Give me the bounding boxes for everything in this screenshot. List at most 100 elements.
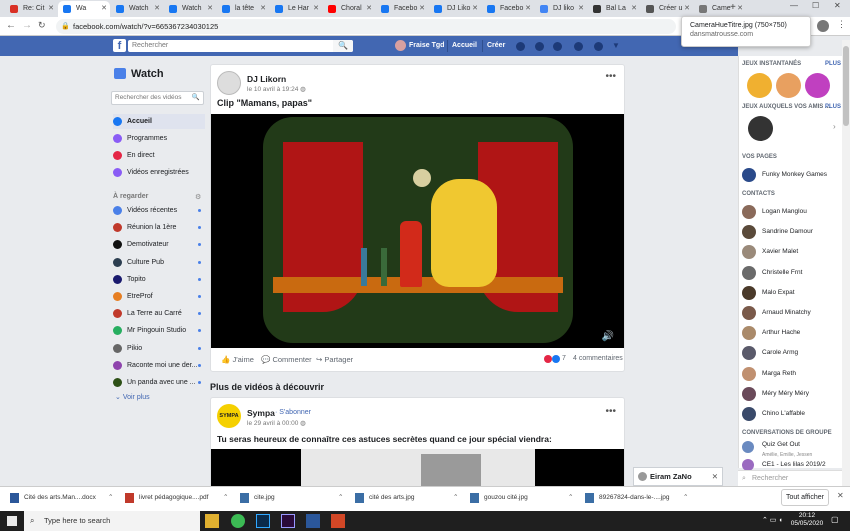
- user-avatar[interactable]: [395, 40, 406, 51]
- close-tab-icon[interactable]: ✕: [472, 1, 478, 17]
- photoshop-icon[interactable]: [256, 514, 270, 528]
- close-tab-icon[interactable]: ✕: [101, 1, 107, 17]
- browser-tab[interactable]: Came ✕: [694, 1, 746, 17]
- contact-item[interactable]: Marga Reth: [742, 365, 837, 383]
- reaction-count[interactable]: 7: [562, 355, 566, 362]
- author-avatar[interactable]: [217, 71, 241, 95]
- facebook-logo-icon[interactable]: f: [113, 39, 126, 52]
- post-author[interactable]: DJ Likorn: [247, 74, 286, 84]
- chat-tab[interactable]: Eiram ZaNo ✕: [633, 467, 723, 486]
- browser-tab[interactable]: Facebo ✕: [482, 1, 534, 17]
- post-author[interactable]: Sympa: [247, 408, 275, 418]
- download-item[interactable]: cite.jpg ⌃: [240, 492, 343, 504]
- browser-tab[interactable]: la tête ✕: [217, 1, 269, 17]
- watch-list-item[interactable]: Pikio: [113, 341, 205, 356]
- watch-list-item[interactable]: EtreProf: [113, 289, 205, 304]
- group-item[interactable]: Quiz Get Out Amélie, Emilie, Jessen: [742, 440, 837, 458]
- post-date[interactable]: le 10 avril à 19:24 ◍: [247, 85, 306, 93]
- close-tab-icon[interactable]: ✕: [154, 1, 160, 17]
- post-options-icon[interactable]: •••: [605, 71, 616, 82]
- browser-tab[interactable]: Re: Cit ✕: [5, 1, 57, 17]
- profile-avatar[interactable]: [817, 20, 829, 32]
- settings-icon[interactable]: ⚙: [195, 193, 201, 201]
- game-thumbnail[interactable]: [747, 73, 772, 98]
- url-field[interactable]: 🔒 facebook.com/watch/?v=665367234030125: [56, 19, 676, 34]
- chevron-up-icon[interactable]: ⌃: [568, 492, 573, 504]
- watch-list-item[interactable]: Demotivateur: [113, 237, 205, 252]
- help-icon[interactable]: [594, 42, 603, 51]
- friends-icon[interactable]: [516, 42, 525, 51]
- minimize-icon[interactable]: —: [790, 1, 798, 10]
- video-search-input[interactable]: Rechercher des vidéos 🔍: [111, 91, 204, 105]
- contact-item[interactable]: Xavier Malet: [742, 243, 837, 261]
- close-tab-icon[interactable]: ✕: [48, 1, 54, 17]
- see-more-friends-games-link[interactable]: PLUS: [825, 104, 841, 110]
- show-all-downloads-button[interactable]: Tout afficher: [781, 489, 829, 506]
- menu-dots-icon[interactable]: ⋮: [837, 19, 846, 30]
- post-options-icon[interactable]: •••: [605, 406, 616, 417]
- windows-start-icon[interactable]: [7, 516, 17, 526]
- chevron-up-icon[interactable]: ⌃: [108, 492, 113, 504]
- download-item[interactable]: 89267824-dans-le-....jpg ⌃: [585, 492, 688, 504]
- clock[interactable]: 20:12 05/05/2020: [790, 512, 824, 528]
- contact-item[interactable]: Méry Méry Méry: [742, 385, 837, 403]
- contact-item[interactable]: Chino L'affable: [742, 405, 837, 423]
- system-tray-icons[interactable]: ⌃ ▭ ◖: [762, 516, 783, 524]
- powerpoint-icon[interactable]: [331, 514, 345, 528]
- close-icon[interactable]: ✕: [837, 491, 844, 500]
- watch-list-item[interactable]: Réunion la 1ère: [113, 220, 205, 235]
- close-tab-icon[interactable]: ✕: [366, 1, 372, 17]
- browser-tab[interactable]: DJ liko ✕: [535, 1, 587, 17]
- word-icon[interactable]: [306, 514, 320, 528]
- close-tab-icon[interactable]: ✕: [260, 1, 266, 17]
- chat-search-input[interactable]: ⌕ Rechercher: [738, 470, 842, 486]
- premiere-icon[interactable]: [281, 514, 295, 528]
- game-thumbnail[interactable]: [805, 73, 830, 98]
- game-thumbnail[interactable]: [748, 116, 773, 141]
- see-more-games-link[interactable]: PLUS: [825, 61, 841, 67]
- browser-tab[interactable]: Watch ✕: [111, 1, 163, 17]
- page-scrollbar[interactable]: [842, 40, 850, 486]
- close-tab-icon[interactable]: ✕: [207, 1, 213, 17]
- account-menu-icon[interactable]: ▼: [612, 41, 620, 50]
- create-link[interactable]: Créer: [487, 36, 505, 56]
- browser-tab[interactable]: DJ Liko ✕: [429, 1, 481, 17]
- sidebar-item[interactable]: Programmes: [113, 131, 205, 146]
- contact-item[interactable]: Logan Manglou: [742, 203, 837, 221]
- watch-list-item[interactable]: Raconte moi une der...: [113, 358, 205, 373]
- download-item[interactable]: gouzou cité.jpg ⌃: [470, 492, 573, 504]
- like-button[interactable]: 👍 J'aime: [221, 355, 254, 364]
- browser-tab[interactable]: Créer u ✕: [641, 1, 693, 17]
- browser-tab[interactable]: Choral ✕: [323, 1, 375, 17]
- browser-tab[interactable]: Wa ✕: [58, 1, 110, 17]
- video-player[interactable]: 🔊: [211, 114, 624, 348]
- sidebar-item[interactable]: Accueil: [113, 114, 205, 129]
- scrollbar-thumb[interactable]: [843, 46, 849, 126]
- subscribe-link[interactable]: · S'abonner: [275, 409, 311, 416]
- home-link[interactable]: Accueil: [452, 36, 477, 56]
- file-explorer-icon[interactable]: [205, 514, 219, 528]
- messenger-icon[interactable]: [535, 42, 544, 51]
- close-icon[interactable]: ✕: [712, 468, 718, 485]
- notifications-icon[interactable]: [553, 42, 562, 51]
- back-icon[interactable]: ←: [6, 20, 16, 31]
- reload-icon[interactable]: ↻: [38, 20, 46, 31]
- close-tab-icon[interactable]: ✕: [631, 1, 637, 17]
- notifications-icon[interactable]: ▢: [831, 515, 839, 524]
- sidebar-item[interactable]: Vidéos enregistrées: [113, 165, 205, 180]
- download-item[interactable]: livret pédagogique....pdf ⌃: [125, 492, 228, 504]
- contact-item[interactable]: Christelle Frnt: [742, 264, 837, 282]
- browser-tab[interactable]: Le Har ✕: [270, 1, 322, 17]
- sympa-logo[interactable]: SYMPA: [217, 404, 241, 428]
- close-tab-icon[interactable]: ✕: [525, 1, 531, 17]
- watch-list-item[interactable]: Culture Pub: [113, 255, 205, 270]
- chevron-right-icon[interactable]: ›: [833, 122, 836, 131]
- close-tab-icon[interactable]: ✕: [684, 1, 690, 17]
- chevron-up-icon[interactable]: ⌃: [683, 492, 688, 504]
- volume-icon[interactable]: 🔊: [602, 331, 614, 342]
- browser-tab[interactable]: Facebo ✕: [376, 1, 428, 17]
- contact-item[interactable]: Arthur Hache: [742, 324, 837, 342]
- game-thumbnail[interactable]: [776, 73, 801, 98]
- see-more-link[interactable]: ⌄ Voir plus: [115, 393, 150, 401]
- close-tab-icon[interactable]: ✕: [737, 1, 743, 17]
